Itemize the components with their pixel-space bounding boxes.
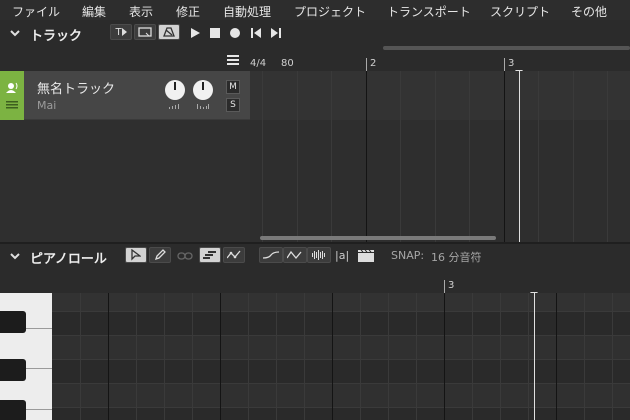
record-icon[interactable] [229, 27, 241, 39]
skip-forward-icon[interactable] [270, 27, 282, 39]
play-icon[interactable] [189, 27, 201, 39]
loop-icon [138, 27, 152, 37]
menu-project[interactable]: プロジェクト [294, 3, 366, 20]
menu-transport[interactable]: トランスポート [387, 3, 471, 20]
waveform-icon [312, 250, 325, 260]
track-header[interactable]: 無名トラック Mai M S [0, 71, 250, 120]
menu-edit[interactable]: 編集 [82, 3, 106, 20]
piano-keyboard[interactable] [0, 293, 52, 420]
bar-3-label: 3 [508, 58, 515, 69]
metronome-button[interactable] [158, 24, 180, 40]
black-key[interactable] [0, 400, 26, 420]
waveform-button[interactable] [307, 247, 331, 263]
snap-label: SNAP: [391, 249, 425, 262]
pitch-curve-icon [227, 250, 241, 259]
video-icon[interactable] [357, 249, 375, 263]
pitch-mode-button[interactable] [223, 247, 245, 263]
menu-file[interactable]: ファイル [12, 3, 60, 20]
skip-back-icon[interactable] [250, 27, 262, 39]
gain-meter-icon [169, 104, 179, 109]
pan-meter-icon [197, 104, 209, 109]
wave-curve-icon [287, 250, 302, 260]
drag-handle-icon[interactable] [6, 101, 18, 109]
track-lane-grid [250, 71, 630, 242]
piano-roll-title: ピアノロール [30, 252, 107, 267]
menu-script[interactable]: スクリプト [490, 3, 550, 20]
piano-roll-grid[interactable] [52, 293, 630, 420]
gain-knob[interactable] [165, 80, 185, 100]
loop-button[interactable] [134, 24, 156, 40]
chevron-down-icon[interactable] [9, 27, 21, 39]
track-lane[interactable] [250, 71, 630, 242]
link-icon[interactable] [177, 251, 193, 261]
menu-bar: ファイル 編集 表示 修正 自動処理 プロジェクト トランスポート スクリプト … [0, 0, 630, 20]
stop-icon[interactable] [209, 27, 221, 39]
lyric-button[interactable]: |a| [335, 249, 349, 262]
track-color-strip[interactable] [0, 71, 24, 120]
cursor-icon [131, 249, 141, 261]
tracks-horizontal-scroll[interactable] [383, 46, 630, 50]
pencil-icon [154, 249, 166, 261]
select-tool-button[interactable] [125, 247, 147, 263]
mute-button[interactable]: M [226, 80, 240, 94]
note-mode-button[interactable] [199, 247, 221, 263]
track-list-empty-area[interactable] [0, 120, 250, 242]
wave-param-button[interactable] [283, 247, 307, 263]
smooth-curve-icon [263, 251, 279, 259]
pan-knob[interactable] [193, 80, 213, 100]
track-lane-scrollbar[interactable] [260, 236, 496, 240]
black-key[interactable] [0, 359, 26, 381]
menu-view[interactable]: 表示 [129, 3, 153, 20]
play-small-icon [121, 28, 127, 36]
hamburger-menu-icon[interactable] [227, 54, 239, 66]
piano-roll-header: ピアノロール |a| [0, 244, 630, 270]
time-signature[interactable]: 4/4 [250, 58, 266, 69]
curve-param-button[interactable] [259, 247, 283, 263]
solo-button[interactable]: S [226, 98, 240, 112]
tempo[interactable]: 80 [281, 58, 294, 69]
black-key[interactable] [0, 311, 26, 333]
tracks-panel-title: トラック [30, 29, 83, 44]
menu-modify[interactable]: 修正 [176, 3, 200, 20]
bar-tick [366, 58, 367, 72]
chevron-down-icon[interactable] [9, 250, 21, 262]
text-tool-button[interactable]: T [110, 24, 132, 40]
menu-other[interactable]: その他 [571, 3, 607, 20]
tracks-panel-header: トラック T [0, 21, 630, 45]
tracks-ruler[interactable]: 4/4 80 2 3 [250, 54, 630, 75]
snap-value[interactable]: 16 分音符 [431, 249, 482, 265]
metronome-icon [163, 27, 175, 37]
bar-2-label: 2 [370, 58, 377, 69]
track-singer[interactable]: Mai [37, 99, 56, 112]
notes-icon [203, 251, 216, 259]
bar-tick [504, 58, 505, 72]
bar-3-label: 3 [448, 280, 455, 291]
menu-automation[interactable]: 自動処理 [223, 3, 271, 20]
bar-tick [444, 280, 445, 293]
singer-icon [6, 82, 18, 93]
piano-roll-ruler[interactable]: 3 [52, 280, 630, 297]
track-name[interactable]: 無名トラック [37, 78, 115, 97]
piano-roll-grid-lines [52, 293, 630, 420]
pencil-tool-button[interactable] [149, 247, 171, 263]
